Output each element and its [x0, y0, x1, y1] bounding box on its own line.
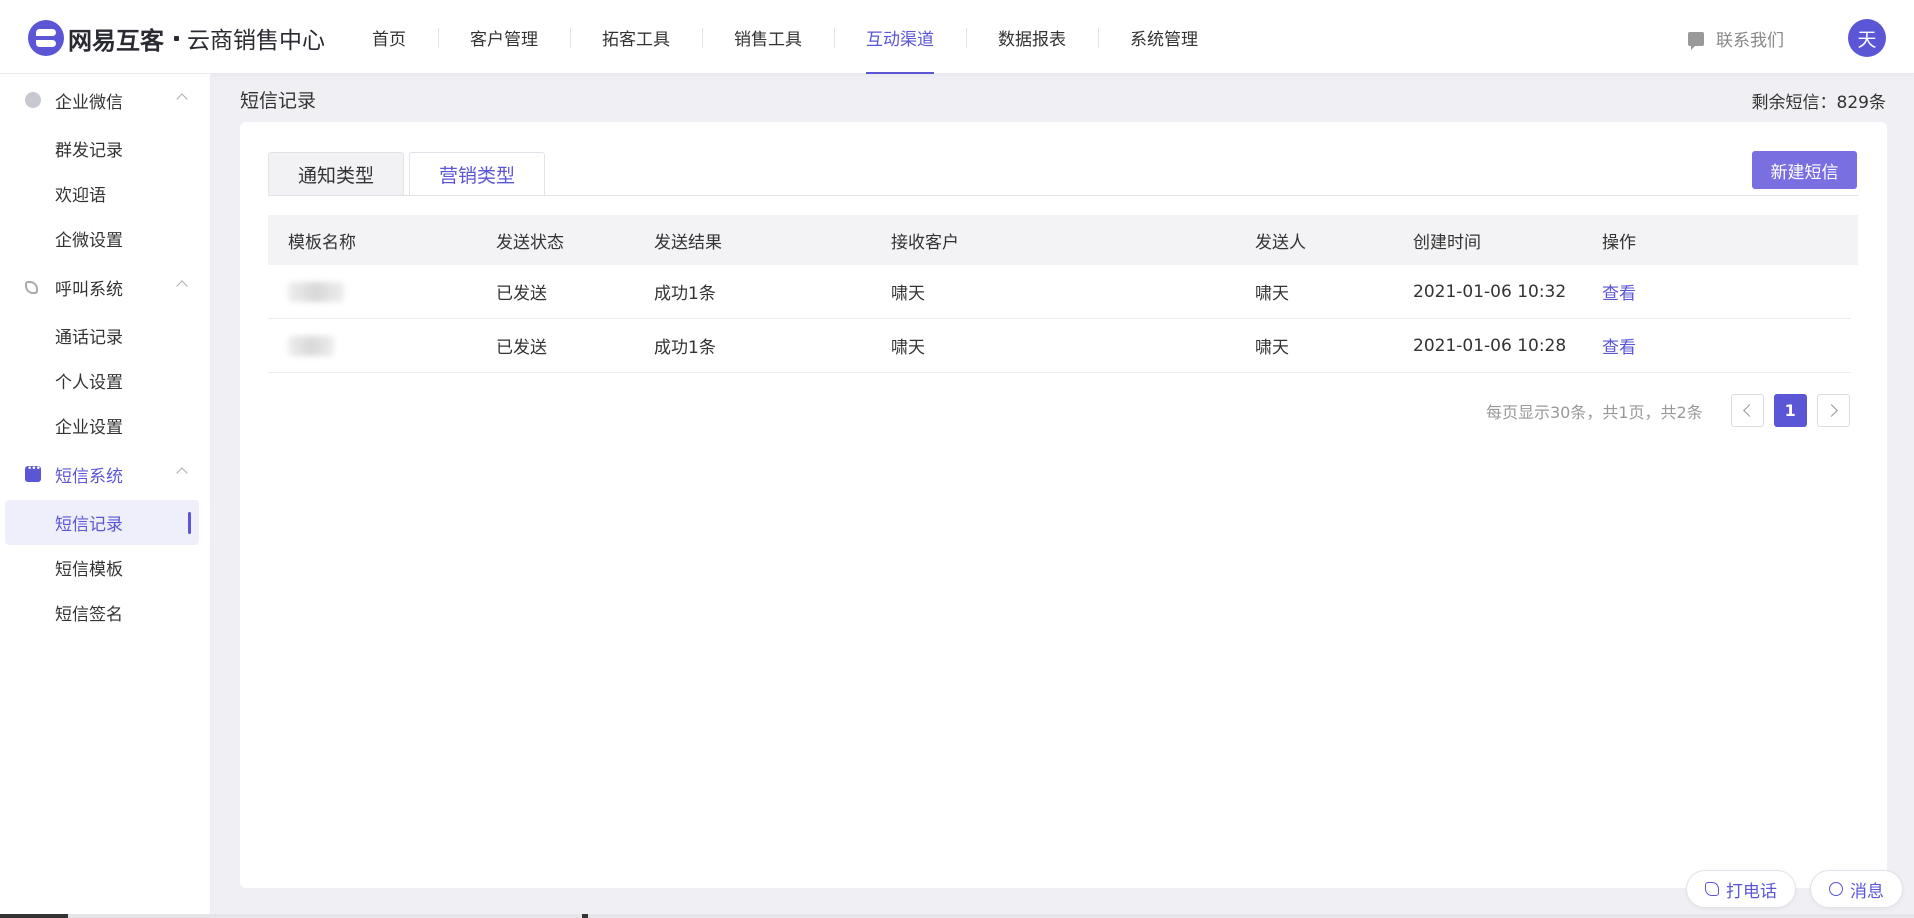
sidebar-group-wecom[interactable]: 企业微信 — [0, 74, 210, 126]
sidebar-group-label: 短信系统 — [55, 466, 123, 487]
tab-notification-type[interactable]: 通知类型 — [268, 152, 405, 196]
cell-send-status: 已发送 — [496, 284, 547, 304]
nav-home[interactable]: 首页 — [340, 0, 438, 74]
view-link[interactable]: 查看 — [1602, 279, 1722, 304]
cell-recipients: 啸天 — [891, 284, 925, 304]
view-link-label[interactable]: 查看 — [1602, 284, 1636, 304]
column-header-template-name: 模板名称 — [288, 232, 356, 253]
cell-template-name — [268, 281, 496, 302]
sidebar-group-label: 呼叫系统 — [55, 279, 123, 300]
chat-bubble-icon — [1688, 31, 1704, 50]
tab-marketing-type[interactable]: 营销类型 — [409, 152, 546, 196]
cell-recipients: 啸天 — [891, 338, 925, 358]
nav-customer-management[interactable]: 客户管理 — [438, 0, 570, 74]
wechat-icon — [25, 92, 41, 108]
sidebar-group-call-system[interactable]: 呼叫系统 — [0, 261, 210, 313]
bottom-scrollbar[interactable] — [0, 914, 1914, 918]
message-button[interactable]: 消息 — [1810, 870, 1903, 908]
message-button-label: 消息 — [1850, 881, 1884, 902]
column-header-created-time: 创建时间 — [1413, 232, 1481, 253]
user-avatar[interactable]: 天 — [1848, 19, 1886, 57]
type-tabs: 通知类型 营销类型 — [268, 152, 550, 196]
cell-sender: 啸天 — [1255, 284, 1289, 304]
redacted-text — [288, 281, 344, 302]
cell-sender: 啸天 — [1255, 338, 1289, 358]
phone-icon — [1705, 882, 1719, 896]
logo-subtitle: 云商销售中心 — [187, 28, 325, 54]
logo-separator — [174, 35, 179, 41]
nav-interactive-channels[interactable]: 互动渠道 — [834, 0, 966, 74]
sidebar-item-welcome-message[interactable]: 欢迎语 — [0, 171, 210, 216]
sidebar-item-wecom-settings[interactable]: 企微设置 — [0, 216, 210, 261]
page-number-button[interactable]: 1 — [1773, 394, 1807, 427]
cell-send-result: 成功1条 — [654, 338, 716, 358]
nav-sales-tools[interactable]: 销售工具 — [702, 0, 834, 74]
chevron-right-icon — [1824, 404, 1838, 417]
column-header-sender: 发送人 — [1255, 232, 1306, 253]
top-nav: 首页 客户管理 拓客工具 销售工具 互动渠道 数据报表 系统管理 — [340, 0, 1230, 74]
column-header-recipients: 接收客户 — [891, 232, 959, 253]
call-button[interactable]: 打电话 — [1686, 870, 1796, 908]
content-card: 通知类型 营销类型 新建短信 模板名称 发送状态 发送结果 接收客户 发送人 创… — [240, 122, 1887, 888]
sidebar-group-label: 企业微信 — [55, 92, 123, 113]
logo-mark-icon — [28, 20, 64, 56]
redacted-text — [288, 335, 334, 356]
sms-records-table: 模板名称 发送状态 发送结果 接收客户 发送人 创建时间 操作 已发送 成功1条… — [268, 215, 1858, 373]
sidebar: 企业微信 群发记录 欢迎语 企微设置 呼叫系统 通话记录 个人设置 企业设置 短… — [0, 74, 211, 918]
top-header: 网易互客 云商销售中心 首页 客户管理 拓客工具 销售工具 互动渠道 数据报表 … — [0, 0, 1914, 74]
new-sms-button[interactable]: 新建短信 — [1752, 151, 1857, 189]
prev-page-button[interactable] — [1730, 394, 1764, 427]
chevron-left-icon — [1742, 404, 1756, 417]
contact-us-label: 联系我们 — [1716, 31, 1784, 51]
nav-data-reports[interactable]: 数据报表 — [966, 0, 1098, 74]
cell-send-status: 已发送 — [496, 338, 547, 358]
table-row: 已发送 成功1条 啸天 啸天 2021-01-06 10:32 查看 — [268, 265, 1851, 319]
cell-send-result: 成功1条 — [654, 284, 716, 304]
table-row: 已发送 成功1条 啸天 啸天 2021-01-06 10:28 查看 — [268, 319, 1851, 373]
tabs-divider — [268, 195, 1858, 196]
column-header-send-result: 发送结果 — [654, 232, 722, 253]
sidebar-item-sms-templates[interactable]: 短信模板 — [0, 545, 210, 590]
cell-created-time: 2021-01-06 10:32 — [1413, 281, 1567, 302]
nav-system-management[interactable]: 系统管理 — [1098, 0, 1230, 74]
cell-template-name — [268, 335, 496, 356]
sms-icon — [25, 464, 41, 482]
pagination: 每页显示30条，共1页，共2条 1 — [1486, 394, 1860, 427]
column-header-actions: 操作 — [1602, 232, 1636, 253]
table-header: 模板名称 发送状态 发送结果 接收客户 发送人 创建时间 操作 — [268, 215, 1858, 265]
chevron-up-icon — [176, 467, 188, 479]
column-header-send-status: 发送状态 — [496, 232, 564, 253]
page-title: 短信记录 — [240, 90, 317, 112]
phone-icon — [25, 281, 38, 294]
sidebar-item-call-records[interactable]: 通话记录 — [0, 313, 210, 358]
logo-brand: 网易互客 — [68, 26, 164, 55]
view-link[interactable]: 查看 — [1602, 333, 1722, 358]
sidebar-item-enterprise-settings[interactable]: 企业设置 — [0, 403, 210, 448]
sidebar-item-mass-send-records[interactable]: 群发记录 — [0, 126, 210, 171]
sidebar-item-sms-records[interactable]: 短信记录 — [5, 500, 199, 545]
view-link-label[interactable]: 查看 — [1602, 338, 1636, 358]
next-page-button[interactable] — [1816, 394, 1850, 427]
sidebar-item-sms-signatures[interactable]: 短信签名 — [0, 590, 210, 635]
nav-prospecting-tools[interactable]: 拓客工具 — [570, 0, 702, 74]
remaining-sms-count: 剩余短信：829条 — [1751, 93, 1886, 113]
message-icon — [1829, 882, 1843, 896]
chevron-up-icon — [176, 280, 188, 292]
pagination-info: 每页显示30条，共1页，共2条 — [1486, 402, 1703, 422]
chevron-up-icon — [176, 93, 188, 105]
contact-us-link[interactable]: 联系我们 — [1688, 26, 1784, 51]
call-button-label: 打电话 — [1726, 881, 1777, 902]
sidebar-group-sms-system[interactable]: 短信系统 — [0, 448, 210, 500]
sidebar-item-personal-settings[interactable]: 个人设置 — [0, 358, 210, 403]
cell-created-time: 2021-01-06 10:28 — [1413, 335, 1567, 356]
logo[interactable]: 网易互客 云商销售中心 — [28, 20, 325, 56]
